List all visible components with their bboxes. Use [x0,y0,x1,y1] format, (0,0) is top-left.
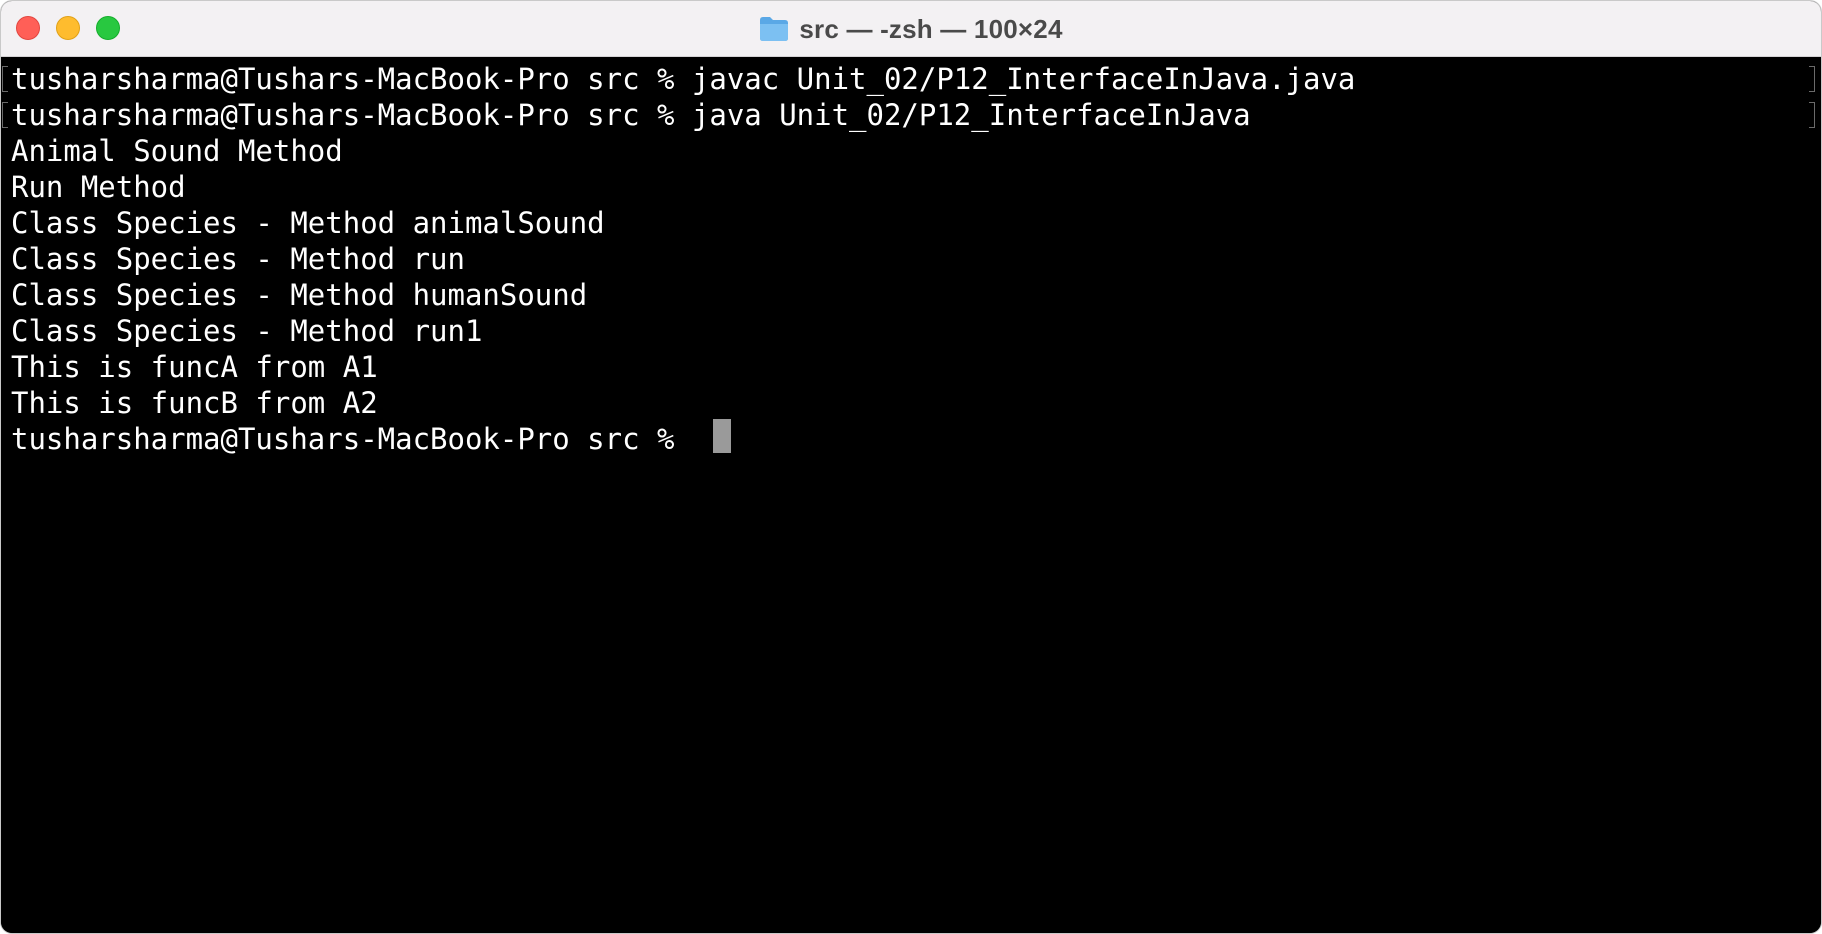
window-title: src — -zsh — 100×24 [799,13,1063,44]
mark-bracket-icon [2,102,8,128]
terminal-line: Class Species - Method run1 [11,314,483,348]
terminal-line: This is funcA from A1 [11,350,378,384]
window-title-group: src — -zsh — 100×24 [1,1,1821,57]
mark-bracket-icon [1809,102,1815,128]
terminal-line: Animal Sound Method [11,134,343,168]
mark-bracket-icon [1809,66,1815,92]
terminal-content[interactable]: tusharsharma@Tushars-MacBook-Pro src % j… [1,57,1821,933]
folder-icon [759,16,789,42]
mark-bracket-icon [2,66,8,92]
terminal-line: tusharsharma@Tushars-MacBook-Pro src % j… [11,98,1251,132]
title-bar[interactable]: src — -zsh — 100×24 [1,1,1821,57]
terminal-line: Run Method [11,170,186,204]
terminal-window: src — -zsh — 100×24 tusharsharma@Tushars… [0,0,1822,934]
terminal-line: This is funcB from A2 [11,386,378,420]
terminal-line: Class Species - Method animalSound [11,206,605,240]
terminal-line: Class Species - Method humanSound [11,278,588,312]
terminal-prompt: tusharsharma@Tushars-MacBook-Pro src % [11,422,692,456]
text-cursor [713,419,731,453]
terminal-line: tusharsharma@Tushars-MacBook-Pro src % j… [11,62,1356,96]
terminal-line: Class Species - Method run [11,242,465,276]
